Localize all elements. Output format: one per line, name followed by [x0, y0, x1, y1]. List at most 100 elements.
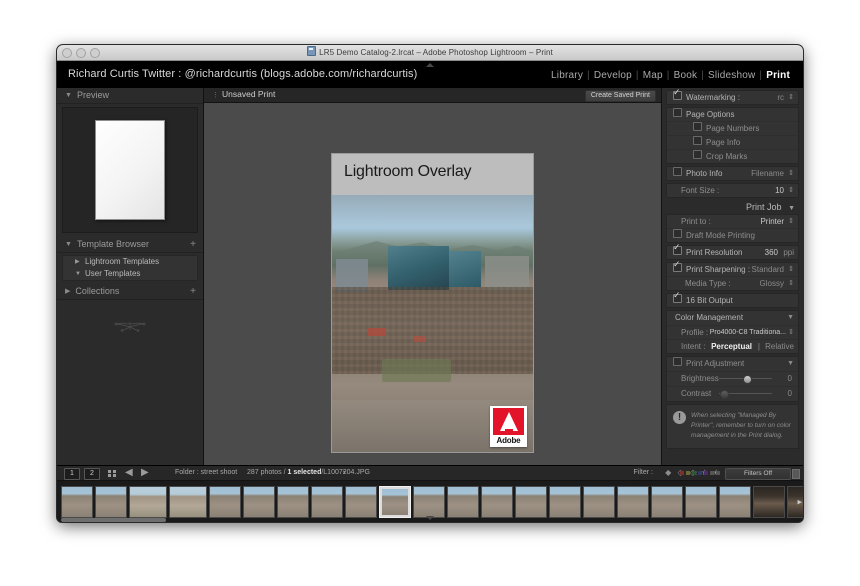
- draft-mode-row[interactable]: Draft Mode Printing: [667, 229, 798, 242]
- page-numbers-checkbox[interactable]: [693, 122, 702, 131]
- go-forward-arrow[interactable]: ▶: [141, 468, 149, 478]
- chevron-updown-icon[interactable]: ⇕: [788, 326, 794, 339]
- photo-info-value[interactable]: Filename: [751, 167, 784, 180]
- view-screen-2-button[interactable]: 2: [84, 468, 100, 480]
- print-sharpening-row[interactable]: Print Sharpening : Standard ⇕: [667, 258, 798, 277]
- list-item[interactable]: [209, 485, 241, 518]
- chevron-updown-icon[interactable]: ⇕: [788, 167, 794, 180]
- preview-panel-header[interactable]: ▼ Preview: [57, 88, 203, 104]
- list-item[interactable]: [685, 485, 717, 518]
- chevron-updown-icon[interactable]: ⇕: [788, 277, 794, 290]
- brightness-slider[interactable]: [719, 375, 772, 384]
- color-label-filters[interactable]: [680, 471, 720, 475]
- add-template-icon[interactable]: +: [190, 237, 196, 252]
- intent-perceptual[interactable]: Perceptual: [711, 340, 752, 353]
- list-item[interactable]: [61, 485, 93, 518]
- print-resolution-value[interactable]: 360: [765, 246, 778, 259]
- list-item[interactable]: [169, 485, 207, 518]
- print-to-value[interactable]: Printer: [760, 215, 784, 228]
- list-item[interactable]: [617, 485, 649, 518]
- print-adjustment-header[interactable]: Print Adjustment ▼: [667, 357, 798, 372]
- list-item[interactable]: [583, 485, 615, 518]
- print-canvas[interactable]: Lightroom Overlay Adobe: [204, 103, 661, 502]
- chevron-down-icon[interactable]: ▼: [787, 311, 794, 325]
- filmstrip-count[interactable]: 287 photos / 1 selected/L1007204.JPG: [247, 469, 370, 476]
- add-collection-icon[interactable]: +: [190, 284, 196, 299]
- bit-output-checkbox[interactable]: [673, 289, 682, 303]
- template-group-lightroom[interactable]: ▶ Lightroom Templates: [63, 256, 197, 268]
- print-resolution-row[interactable]: Print Resolution 360 ppi: [667, 241, 798, 259]
- create-saved-print-button[interactable]: Create Saved Print: [584, 90, 656, 102]
- media-type-value[interactable]: Glossy: [760, 277, 784, 290]
- list-item[interactable]: [719, 485, 751, 518]
- chevron-updown-icon[interactable]: ⇕: [788, 184, 794, 197]
- profile-row[interactable]: Profile : Pro4000-C8 Traditiona... ⇕: [667, 326, 798, 340]
- chevron-down-icon[interactable]: ▾: [343, 469, 346, 476]
- list-item[interactable]: [345, 485, 377, 518]
- filter-lock-icon[interactable]: [792, 469, 800, 479]
- intent-relative[interactable]: Relative: [765, 340, 794, 353]
- print-to-row[interactable]: Print to : Printer ⇕: [667, 215, 798, 229]
- crop-marks-checkbox[interactable]: [693, 150, 702, 159]
- watermarking-row[interactable]: Watermarking : rc ⇕: [667, 88, 798, 104]
- page-info-checkbox[interactable]: [693, 136, 702, 145]
- go-back-arrow[interactable]: ◀: [125, 468, 133, 478]
- collections-header[interactable]: ▶ Collections +: [57, 284, 203, 300]
- chevron-updown-icon[interactable]: ⇕: [788, 91, 794, 104]
- list-item[interactable]: [311, 485, 343, 518]
- module-develop[interactable]: Develop: [591, 70, 635, 81]
- list-item[interactable]: [277, 485, 309, 518]
- brightness-slider-knob[interactable]: [743, 375, 753, 384]
- chevron-updown-icon[interactable]: ⇕: [788, 263, 794, 276]
- identity-plate-text[interactable]: Richard Curtis Twitter : @richardcurtis …: [68, 68, 417, 80]
- watermarking-value[interactable]: rc: [777, 91, 784, 104]
- media-type-row[interactable]: Media Type : Glossy ⇕: [667, 277, 798, 290]
- right-panel-scroll[interactable]: Watermarking : rc ⇕ Page Options Page Nu…: [662, 88, 803, 497]
- chevron-down-icon[interactable]: ▼: [787, 357, 794, 371]
- color-management-header[interactable]: Color Management ▼: [667, 311, 798, 326]
- list-item[interactable]: [413, 485, 445, 518]
- template-browser-header[interactable]: ▼ Template Browser +: [57, 237, 203, 253]
- collapse-handle-icon[interactable]: ⋮: [212, 91, 219, 99]
- module-print[interactable]: Print: [763, 70, 793, 81]
- list-item[interactable]: [481, 485, 513, 518]
- page-info-row[interactable]: Page Info: [667, 136, 798, 150]
- font-size-row[interactable]: Font Size : 10 ⇕: [667, 184, 798, 197]
- list-item-selected[interactable]: [379, 485, 411, 518]
- list-item[interactable]: [651, 485, 683, 518]
- list-item[interactable]: [549, 485, 581, 518]
- print-job-header[interactable]: Print Job ▼: [662, 200, 803, 214]
- filmstrip-scrollbar[interactable]: [61, 518, 166, 522]
- intent-row[interactable]: Intent : Perceptual | Relative: [667, 340, 798, 353]
- page-options-row[interactable]: Page Options: [667, 108, 798, 122]
- list-item[interactable]: [243, 485, 275, 518]
- brightness-row[interactable]: Brightness 0: [667, 372, 798, 387]
- bottom-panel-toggle[interactable]: [420, 515, 440, 521]
- filter-preset-select[interactable]: Filters Off: [725, 468, 791, 480]
- module-map[interactable]: Map: [640, 70, 666, 81]
- print-resolution-checkbox[interactable]: [673, 241, 682, 255]
- template-group-user[interactable]: ▼ User Templates: [63, 268, 197, 280]
- filmstrip-source[interactable]: Folder : street shoot: [175, 469, 237, 476]
- contrast-slider[interactable]: [719, 390, 772, 399]
- print-sharpening-value[interactable]: Standard: [752, 263, 784, 276]
- photo-info-row[interactable]: Photo Info Filename ⇕: [667, 167, 798, 180]
- print-sharpening-checkbox[interactable]: [673, 258, 682, 272]
- font-size-value[interactable]: 10: [775, 184, 784, 197]
- module-book[interactable]: Book: [671, 70, 701, 81]
- contrast-slider-knob[interactable]: [720, 390, 730, 399]
- draft-mode-checkbox[interactable]: [673, 229, 682, 238]
- grid-icon[interactable]: [108, 470, 117, 477]
- view-screen-1-button[interactable]: 1: [64, 468, 80, 480]
- list-item[interactable]: [753, 485, 785, 518]
- chevron-updown-icon[interactable]: ⇕: [788, 215, 794, 228]
- filmstrip-next-arrow[interactable]: ▸: [797, 496, 802, 507]
- module-slideshow[interactable]: Slideshow: [705, 70, 758, 81]
- page-options-checkbox[interactable]: [673, 108, 682, 117]
- list-item[interactable]: [129, 485, 167, 518]
- list-item[interactable]: [447, 485, 479, 518]
- profile-value[interactable]: Pro4000-C8 Traditiona...: [710, 326, 786, 339]
- watermarking-checkbox[interactable]: [673, 88, 682, 100]
- top-panel-toggle[interactable]: [419, 61, 441, 68]
- list-item[interactable]: [515, 485, 547, 518]
